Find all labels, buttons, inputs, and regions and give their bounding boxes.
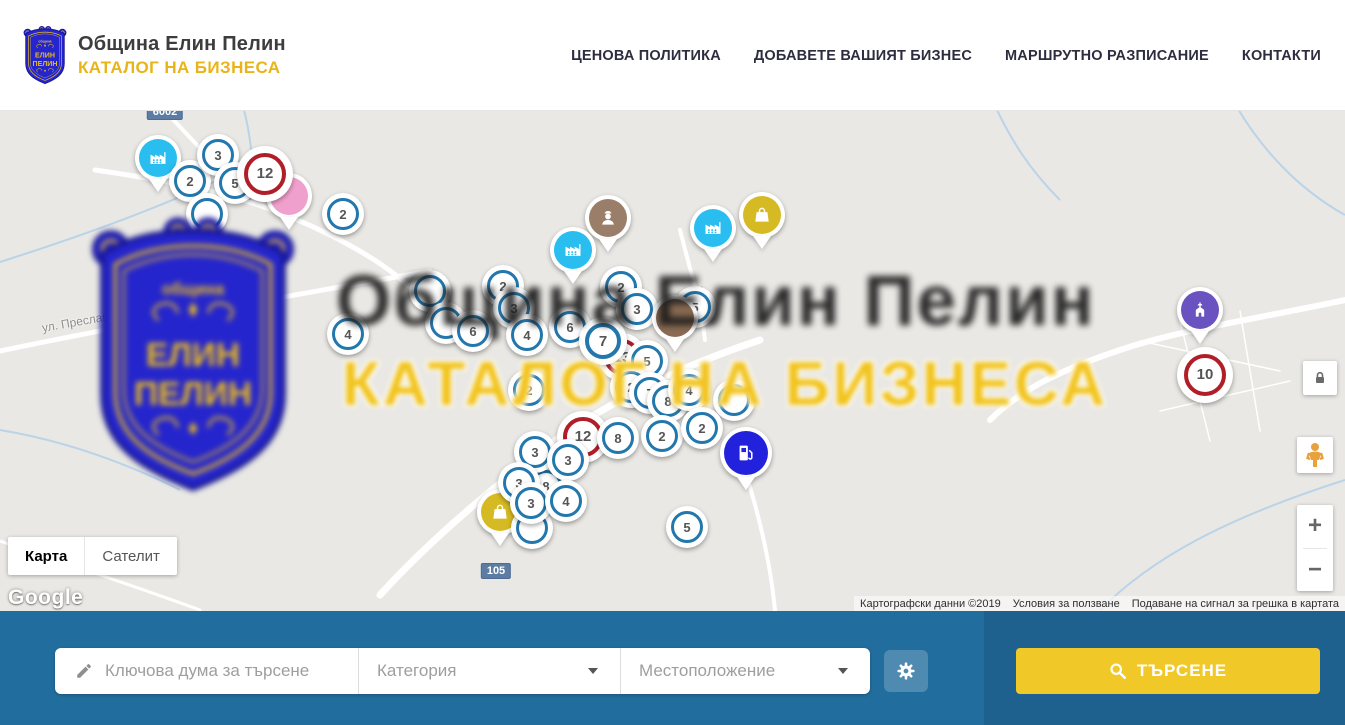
header: Община Елин Пелин КАТАЛОГ НА БИЗНЕСА ЦЕН… bbox=[0, 0, 1345, 111]
nav-link-add-business[interactable]: ДОБАВЕТЕ ВАШИЯТ БИЗНЕС bbox=[754, 48, 972, 64]
map-pin[interactable] bbox=[690, 205, 736, 251]
cluster-marker[interactable]: 4 bbox=[545, 480, 587, 522]
zoom-control: + − bbox=[1297, 505, 1333, 591]
advanced-settings-button[interactable] bbox=[884, 650, 928, 692]
cluster-marker[interactable]: 10 bbox=[1177, 347, 1233, 403]
factory-icon bbox=[703, 218, 723, 238]
factory-icon bbox=[148, 148, 168, 168]
cluster-count: 3 bbox=[564, 453, 571, 468]
site-title: Община Елин Пелин bbox=[78, 33, 286, 56]
lock-icon bbox=[1312, 370, 1328, 386]
pegman-button[interactable] bbox=[1297, 437, 1333, 473]
cluster-count: 10 bbox=[1197, 366, 1214, 383]
search-input[interactable] bbox=[105, 661, 345, 681]
cluster-count: 2 bbox=[339, 207, 346, 222]
zoom-in-button[interactable]: + bbox=[1297, 505, 1333, 548]
watermark-subtitle: КАТАЛОГ НА БИЗНЕСА bbox=[342, 349, 1108, 420]
factory-icon bbox=[563, 240, 583, 260]
cluster-count: 3 bbox=[214, 148, 221, 163]
municipality-logo-icon bbox=[22, 25, 68, 85]
cluster-count: 8 bbox=[614, 431, 621, 446]
brand[interactable]: Община Елин Пелин КАТАЛОГ НА БИЗНЕСА bbox=[22, 25, 286, 85]
cluster-marker[interactable]: 12 bbox=[237, 146, 293, 202]
satellite-view-button[interactable]: Сателит bbox=[84, 537, 177, 575]
report-error-link[interactable]: Подаване на сигнал за грешка в картата bbox=[1126, 598, 1345, 610]
attribution-copyright: Картографски данни ©2019 bbox=[854, 598, 1007, 610]
cluster-marker[interactable]: 3 bbox=[547, 439, 589, 481]
search-section: Категория Местоположение bbox=[0, 611, 1345, 725]
bag-icon bbox=[490, 502, 510, 522]
cluster-count: 3 bbox=[527, 496, 534, 511]
cluster-count: 2 bbox=[698, 421, 705, 436]
cluster-count: 2 bbox=[186, 174, 193, 189]
map-attribution: Картографски данни ©2019 Условия за полз… bbox=[854, 596, 1345, 611]
gear-icon bbox=[895, 660, 917, 682]
location-select[interactable]: Местоположение bbox=[620, 648, 870, 694]
cluster-marker[interactable]: 2 bbox=[322, 193, 364, 235]
cluster-count: 12 bbox=[257, 165, 274, 182]
bag-icon bbox=[752, 205, 772, 225]
map-pin[interactable] bbox=[739, 192, 785, 238]
category-select-value: Категория bbox=[377, 661, 456, 681]
site-subtitle: КАТАЛОГ НА БИЗНЕСА bbox=[78, 58, 286, 78]
location-select-value: Местоположение bbox=[639, 661, 775, 681]
watermark-shield bbox=[85, 212, 301, 496]
nav-link-route-schedule[interactable]: МАРШРУТНО РАЗПИСАНИЕ bbox=[1005, 48, 1209, 64]
church-icon bbox=[1190, 300, 1210, 320]
pencil-icon bbox=[75, 662, 93, 680]
map-type-control: Карта Сателит bbox=[8, 537, 177, 575]
pegman-icon bbox=[1305, 442, 1325, 468]
keyword-field[interactable] bbox=[55, 648, 358, 694]
category-select[interactable]: Категория bbox=[358, 648, 620, 694]
cluster-marker[interactable]: 5 bbox=[666, 506, 708, 548]
page: Община Елин Пелин КАТАЛОГ НА БИЗНЕСА ЦЕН… bbox=[0, 0, 1345, 725]
search-button[interactable]: ТЪРСЕНЕ bbox=[1016, 648, 1320, 694]
map-canvas[interactable]: ул. Преславбул. „Новоселции6002105 23512… bbox=[0, 111, 1345, 611]
google-logo[interactable]: Google bbox=[8, 586, 83, 610]
search-fields-group: Категория Местоположение bbox=[55, 648, 870, 694]
cluster-count: 4 bbox=[562, 494, 569, 509]
chevron-down-icon bbox=[838, 668, 848, 674]
watermark-title: Община Елин Пелин bbox=[336, 261, 1096, 342]
map-pin[interactable] bbox=[1177, 287, 1223, 333]
cluster-count: 5 bbox=[683, 520, 690, 535]
cluster-count: 2 bbox=[658, 429, 665, 444]
lock-button[interactable] bbox=[1303, 361, 1337, 395]
cluster-marker[interactable]: 2 bbox=[641, 415, 683, 457]
search-icon bbox=[1109, 662, 1127, 680]
map-pin[interactable] bbox=[585, 195, 631, 241]
map-view-button[interactable]: Карта bbox=[8, 537, 84, 575]
search-button-label: ТЪРСЕНЕ bbox=[1137, 661, 1227, 681]
map-pin[interactable] bbox=[720, 427, 772, 479]
zoom-out-button[interactable]: − bbox=[1297, 549, 1333, 592]
worker-icon bbox=[598, 208, 618, 228]
nav-link-contacts[interactable]: КОНТАКТИ bbox=[1242, 48, 1321, 64]
main-nav: ЦЕНОВА ПОЛИТИКА ДОБАВЕТЕ ВАШИЯТ БИЗНЕС М… bbox=[571, 0, 1321, 111]
chevron-down-icon bbox=[588, 668, 598, 674]
fuel-icon bbox=[735, 442, 757, 464]
nav-link-pricing[interactable]: ЦЕНОВА ПОЛИТИКА bbox=[571, 48, 721, 64]
cluster-count: 3 bbox=[531, 445, 538, 460]
cluster-marker[interactable]: 8 bbox=[597, 417, 639, 459]
terms-link[interactable]: Условия за ползване bbox=[1007, 598, 1126, 610]
